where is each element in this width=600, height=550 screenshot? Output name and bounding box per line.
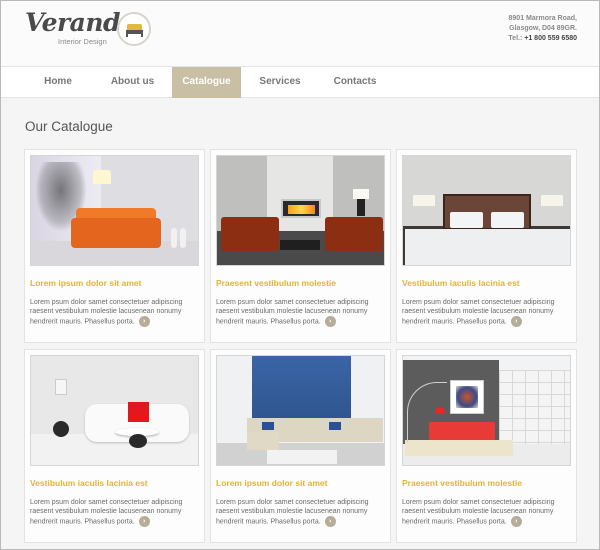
card-description-text: Lorem psum dolor samet consectetuer adip…	[216, 499, 369, 526]
brand-tagline: Interior Design	[58, 37, 107, 46]
address-line-2: Glasgow, D04 89GR.	[509, 25, 577, 32]
image-painting	[450, 380, 484, 414]
catalogue-card[interactable]: Vestibulum iaculis lacinia est Lorem psu…	[24, 349, 205, 543]
arrow-right-circle-icon[interactable]: ›	[138, 516, 150, 527]
image-pillow	[329, 422, 341, 430]
bed-leg	[126, 34, 128, 37]
arrow-right-circle-icon[interactable]: ›	[324, 316, 336, 327]
phone-label: Tel.:	[508, 35, 523, 42]
card-description-text: Lorem psum dolor samet consectetuer adip…	[402, 299, 555, 326]
card-description: Lorem psum dolor samet consectetuer adip…	[216, 298, 388, 327]
bed-icon[interactable]	[117, 12, 151, 46]
image-sofa-section	[247, 432, 279, 450]
product-image[interactable]	[30, 355, 199, 466]
image-lamp	[55, 379, 67, 395]
arrow-right-circle-icon[interactable]: ›	[138, 316, 150, 327]
catalogue-card[interactable]: Lorem ipsum dolor sit amet Lorem psum do…	[210, 349, 391, 543]
nav-contacts[interactable]: Contacts	[321, 67, 389, 98]
card-description-text: Lorem psum dolor samet consectetuer adip…	[30, 499, 183, 526]
image-table	[280, 240, 320, 250]
nav-about-us[interactable]: About us	[101, 67, 164, 98]
image-armchair	[221, 217, 279, 251]
card-description-text: Lorem psum dolor samet consectetuer adip…	[216, 299, 369, 326]
image-vase	[180, 228, 186, 248]
image-pillow	[128, 402, 149, 422]
phone: Tel.: +1 800 559 6580	[508, 34, 577, 44]
image-lamp-base	[53, 421, 69, 437]
image-pillow	[450, 212, 483, 228]
card-title[interactable]: Lorem ipsum dolor sit amet	[30, 278, 141, 288]
image-vase	[171, 228, 177, 248]
product-image[interactable]	[216, 355, 385, 466]
card-description: Lorem psum dolor samet consectetuer adip…	[216, 498, 388, 527]
product-image[interactable]	[402, 155, 571, 266]
card-description: Lorem psum dolor samet consectetuer adip…	[402, 298, 574, 327]
image-rug	[405, 440, 513, 456]
card-title[interactable]: Praesent vestibulum molestie	[216, 278, 336, 288]
arrow-right-circle-icon[interactable]: ›	[324, 516, 336, 527]
bed-leg	[141, 34, 143, 37]
image-rug	[267, 450, 337, 464]
image-sofa	[429, 422, 495, 440]
nav-home[interactable]: Home	[28, 67, 88, 98]
card-description: Lorem psum dolor samet consectetuer adip…	[402, 498, 574, 527]
image-fireplace	[281, 199, 321, 218]
card-title[interactable]: Vestibulum iaculis lacinia est	[402, 278, 520, 288]
page-frame: Veranda Interior Design 8901 Marmora Roa…	[0, 0, 600, 550]
address-line-1: 8901 Marmora Road,	[508, 15, 577, 22]
main-nav: Home About us Catalogue Services Contact…	[1, 66, 599, 98]
arrow-right-circle-icon[interactable]: ›	[510, 516, 522, 527]
catalogue-card[interactable]: Praesent vestibulum molestie Lorem psum …	[210, 149, 391, 343]
image-lamp	[93, 170, 111, 184]
card-description-text: Lorem psum dolor samet consectetuer adip…	[30, 299, 183, 326]
image-bed	[405, 229, 570, 265]
image-lamp-shade	[435, 407, 445, 413]
nav-services[interactable]: Services	[249, 67, 311, 98]
card-description: Lorem psum dolor samet consectetuer adip…	[30, 498, 202, 527]
product-image[interactable]	[402, 355, 571, 466]
card-title[interactable]: Vestibulum iaculis lacinia est	[30, 478, 148, 488]
product-image[interactable]	[216, 155, 385, 266]
card-description-text: Lorem psum dolor samet consectetuer adip…	[402, 499, 555, 526]
image-pillow	[491, 212, 524, 228]
nav-catalogue[interactable]: Catalogue	[172, 67, 241, 98]
catalogue-card[interactable]: Lorem ipsum dolor sit amet Lorem psum do…	[24, 149, 205, 343]
image-lamp	[541, 195, 563, 206]
image-armchair	[325, 217, 383, 251]
image-lamp	[413, 195, 435, 206]
product-image[interactable]	[30, 155, 199, 266]
catalogue-card[interactable]: Vestibulum iaculis lacinia est Lorem psu…	[396, 149, 577, 343]
image-lamp-base	[357, 199, 365, 216]
phone-number: +1 800 559 6580	[524, 35, 577, 42]
image-window-grid	[499, 370, 570, 444]
catalogue-card[interactable]: Praesent vestibulum molestie Lorem psum …	[396, 349, 577, 543]
card-title[interactable]: Lorem ipsum dolor sit amet	[216, 478, 327, 488]
contact-address: 8901 Marmora Road, Glasgow, D04 89GR. Te…	[508, 14, 577, 44]
image-lamp	[353, 189, 369, 199]
page-title: Our Catalogue	[25, 119, 113, 134]
header: Veranda Interior Design 8901 Marmora Roa…	[1, 1, 599, 66]
image-blue-wall	[252, 356, 351, 418]
image-sofa	[71, 218, 161, 248]
card-title[interactable]: Praesent vestibulum molestie	[402, 478, 522, 488]
image-table-base	[129, 434, 147, 448]
image-pillow	[262, 422, 274, 430]
card-description: Lorem psum dolor samet consectetuer adip…	[30, 298, 202, 327]
arrow-right-circle-icon[interactable]: ›	[510, 316, 522, 327]
